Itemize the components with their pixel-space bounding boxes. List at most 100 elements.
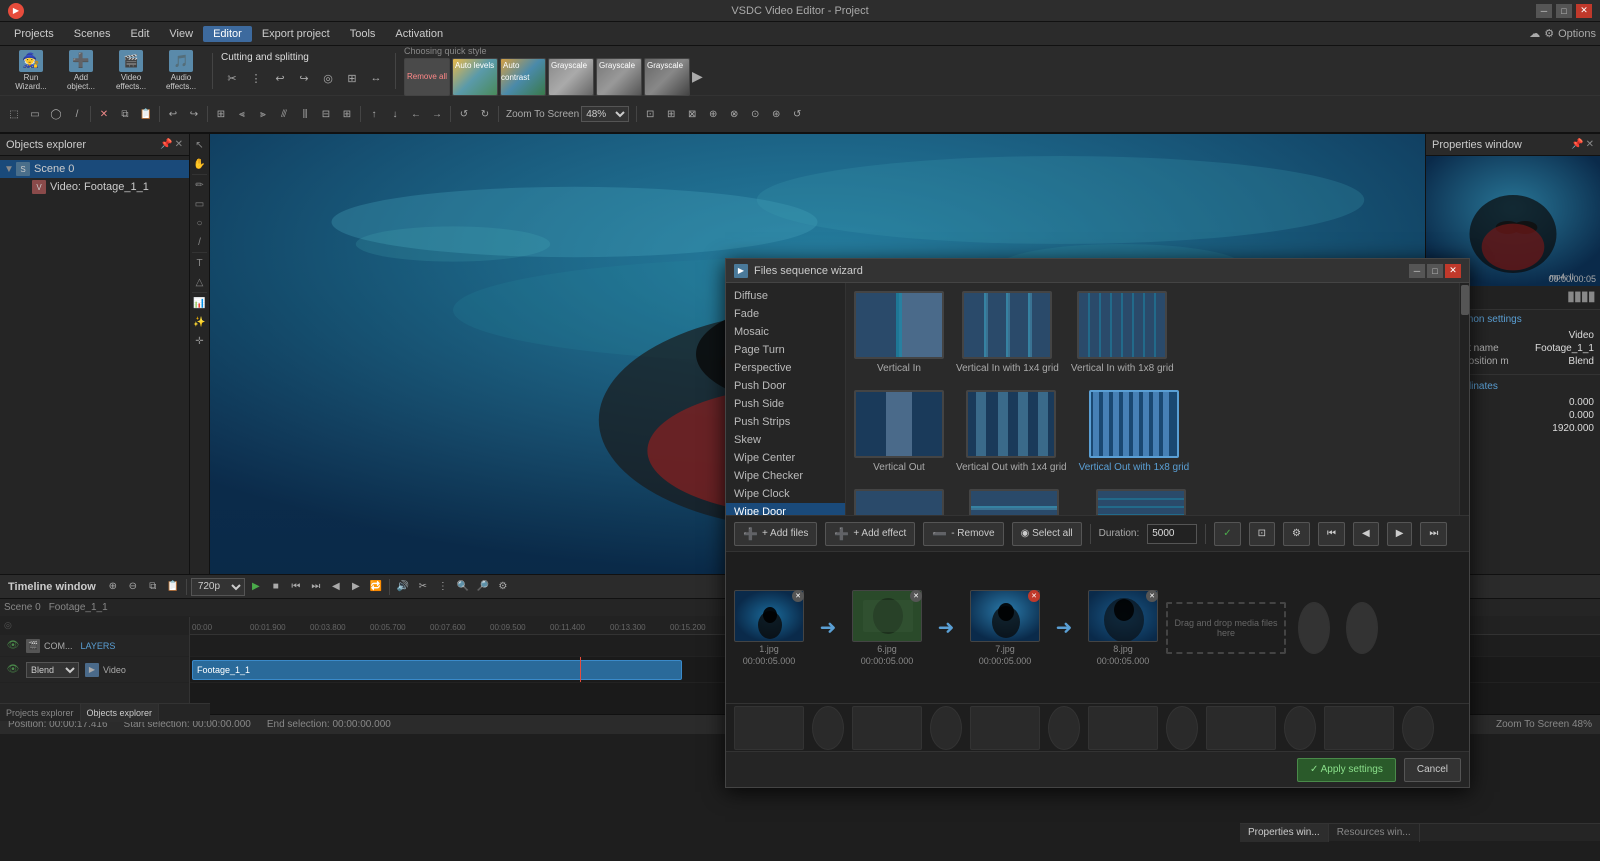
split-tool[interactable]: ⋮ [245,67,267,89]
tool-m4[interactable]: ⊛ [766,105,786,123]
maximize-button[interactable]: □ [1556,4,1572,18]
tl-btn-copy[interactable]: ⧉ [144,578,162,596]
thumb-vertical-out-1x4[interactable]: Vertical Out with 1x4 grid [956,390,1067,473]
select-all-button[interactable]: ◉ Select all [1012,522,1082,546]
pointer-tool[interactable]: ↖ [191,136,209,154]
text-tool[interactable]: T [191,254,209,272]
cancel-button[interactable]: Cancel [1404,758,1461,782]
thumbnails-scrollbar[interactable] [1459,283,1469,515]
gear-icon[interactable]: ⚙ [1544,27,1554,40]
wizard-nav-last[interactable]: ⏭ [1420,522,1447,546]
wizard-nav-next[interactable]: ▶ [1387,522,1413,546]
tool5[interactable]: ◎ [317,67,339,89]
qs-grayscale1[interactable]: Grayscale [548,58,594,96]
thumb-horizontal-in-8x1[interactable]: Horizontal In with 8x1 grid [1083,489,1198,515]
wizard-nav-first[interactable]: ⏮ [1318,522,1345,546]
rect-tool[interactable]: ▭ [191,195,209,213]
tool-snap[interactable]: ⊠ [682,105,702,123]
thumb-horizontal-in[interactable]: Horizontal In [854,489,944,515]
tl-zoom-out[interactable]: 🔎 [474,578,492,596]
ellipse-tool[interactable]: ○ [191,214,209,232]
tab-properties-win[interactable]: Properties win... [1240,824,1329,842]
draw-ellipse[interactable]: ◯ [46,105,66,123]
tool-up-arrow[interactable]: ↑ [364,105,384,123]
menu-projects[interactable]: Projects [4,26,64,42]
tree-item-video[interactable]: V Video: Footage_1_1 [0,178,189,196]
video-effects-button[interactable]: 🎬 Videoeffects... [108,50,154,92]
draw-rect[interactable]: ▭ [25,105,45,123]
menu-editor[interactable]: Editor [203,26,252,42]
trans-wipedoor[interactable]: Wipe Door [726,503,845,515]
tool-rotate-l[interactable]: ↺ [454,105,474,123]
effects-tool[interactable]: ✨ [191,313,209,331]
qs-grayscale3[interactable]: Grayscale [644,58,690,96]
tool-center-h[interactable]: ⊟ [316,105,336,123]
add-effect-button[interactable]: ➕ + Add effect [825,522,915,546]
tl-rewind[interactable]: ⏮ [287,578,305,596]
chart-tool[interactable]: 📊 [191,294,209,312]
media-drop-zone[interactable]: Drag and drop media files here [1166,602,1286,654]
trans-pageturn[interactable]: Page Turn [726,341,845,359]
trans-fade[interactable]: Fade [726,305,845,323]
run-wizard-button[interactable]: 🧙 RunWizard... [8,50,54,92]
tool-paste[interactable]: 📋 [136,105,156,123]
wizard-minimize[interactable]: ─ [1409,264,1425,278]
tool-safe[interactable]: ⊞ [661,105,681,123]
thumb-vertical-out-1x8[interactable]: Vertical Out with 1x8 grid [1079,390,1190,473]
tool-undo2[interactable]: ↩ [163,105,183,123]
thumb-vertical-out[interactable]: Vertical Out [854,390,944,473]
tool-m2[interactable]: ⊗ [724,105,744,123]
tool-center-v[interactable]: ⊞ [337,105,357,123]
tool-fit[interactable]: ⊡ [640,105,660,123]
menu-edit[interactable]: Edit [120,26,159,42]
tool-m3[interactable]: ⊙ [745,105,765,123]
tool-refresh[interactable]: ↺ [787,105,807,123]
trans-wipeclock[interactable]: Wipe Clock [726,485,845,503]
tool-rotate-r[interactable]: ↻ [475,105,495,123]
thumb-horizontal-in-4x1[interactable]: Horizontal In with 4x1 grid [956,489,1071,515]
close-button[interactable]: ✕ [1576,4,1592,18]
undo-tool[interactable]: ↩ [269,67,291,89]
trans-perspective[interactable]: Perspective [726,359,845,377]
tl-loop[interactable]: 🔁 [367,578,385,596]
tool-align-l[interactable]: ⫷ [232,105,252,123]
qs-grayscale2[interactable]: Grayscale [596,58,642,96]
blend-select[interactable]: Blend Normal Multiply [26,662,79,678]
menu-view[interactable]: View [159,26,203,42]
wizard-maximize[interactable]: □ [1427,264,1443,278]
tl-btn-remove[interactable]: ⊖ [124,578,142,596]
tl-step-back[interactable]: ◀ [327,578,345,596]
trans-wipecenter[interactable]: Wipe Center [726,449,845,467]
tool-redo2[interactable]: ↪ [184,105,204,123]
media-close-4[interactable]: ✕ [1146,590,1158,602]
trans-pushside[interactable]: Push Side [726,395,845,413]
trans-skew[interactable]: Skew [726,431,845,449]
thumb-vertical-in-1x4[interactable]: Vertical In with 1x4 grid [956,291,1059,374]
trans-pushdoor[interactable]: Push Door [726,377,845,395]
tl-ff[interactable]: ⏭ [307,578,325,596]
trans-mosaic[interactable]: Mosaic [726,323,845,341]
resolution-select[interactable]: 720p 1080p 480p [191,578,245,596]
add-object-button[interactable]: ➕ Addobject... [58,50,104,92]
move-tool[interactable]: ✛ [191,332,209,350]
tl-cut[interactable]: ✂ [414,578,432,596]
zoom-select[interactable]: 48% 25% 50% 75% 100% [581,106,629,122]
wizard-nav-prev[interactable]: ◀ [1353,522,1379,546]
wizard-settings-btn[interactable]: ⚙ [1283,522,1310,546]
trans-wipechecker[interactable]: Wipe Checker [726,467,845,485]
thumb-vertical-in[interactable]: Vertical In [854,291,944,374]
qs-auto-contrast[interactable]: Auto contrast [500,58,546,96]
tool-align-t[interactable]: ⫻ [274,105,294,123]
tab-objects[interactable]: Objects explorer [81,704,160,722]
minimize-button[interactable]: ─ [1536,4,1552,18]
track-visibility-comp[interactable]: 👁 [4,637,22,655]
menu-scenes[interactable]: Scenes [64,26,121,42]
video-clip[interactable]: Footage_1_1 [192,660,682,680]
media-close-3[interactable]: ✕ [1028,590,1040,602]
wizard-confirm-btn[interactable]: ✓ [1214,522,1240,546]
tab-projects[interactable]: Projects explorer [0,704,81,722]
thumb-vertical-in-1x8[interactable]: Vertical In with 1x8 grid [1071,291,1174,374]
draw-line[interactable]: / [67,105,87,123]
qs-remove-all[interactable]: Remove all [404,58,450,96]
tl-stop[interactable]: ■ [267,578,285,596]
